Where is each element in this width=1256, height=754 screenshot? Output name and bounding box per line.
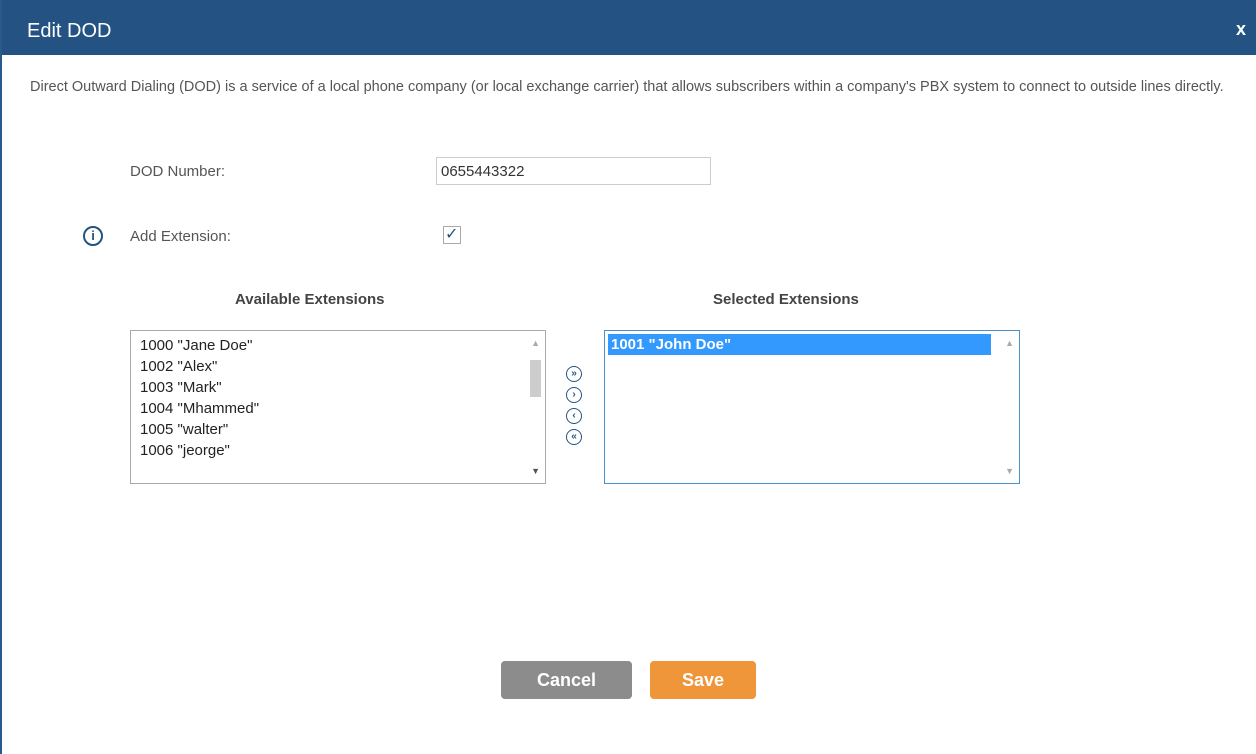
add-selected-icon[interactable]: › (566, 387, 582, 403)
dialog-titlebar: Edit DOD x (2, 0, 1256, 55)
list-item[interactable]: 1006 "jeorge" (140, 442, 230, 459)
available-extensions-header: Available Extensions (235, 291, 385, 308)
scroll-up-arrow-icon[interactable]: ▲ (531, 338, 540, 348)
scroll-down-arrow-icon[interactable]: ▼ (1005, 466, 1014, 476)
dialog-title: Edit DOD (27, 20, 112, 42)
add-extension-checkbox[interactable]: ✓ (443, 226, 461, 244)
cancel-button[interactable]: Cancel (501, 661, 632, 699)
selected-extensions-header: Selected Extensions (713, 291, 859, 308)
list-item[interactable]: 1003 "Mark" (140, 379, 222, 396)
list-item[interactable]: 1002 "Alex" (140, 358, 217, 375)
dod-number-input[interactable] (436, 157, 711, 185)
add-all-icon[interactable]: » (566, 366, 582, 382)
list-item[interactable]: 1000 "Jane Doe" (140, 337, 252, 354)
dod-number-label: DOD Number: (130, 163, 226, 180)
scroll-up-arrow-icon[interactable]: ▲ (1005, 338, 1014, 348)
available-extensions-list[interactable]: 1000 "Jane Doe" 1002 "Alex" 1003 "Mark" … (130, 330, 546, 484)
close-button[interactable]: x (1236, 19, 1246, 40)
save-button[interactable]: Save (650, 661, 756, 699)
selected-extensions-list[interactable]: 1001 "John Doe" ▲ ▼ (604, 330, 1020, 484)
remove-selected-icon[interactable]: ‹ (566, 408, 582, 424)
checkmark-icon: ✓ (445, 226, 459, 243)
list-item[interactable]: 1001 "John Doe" (608, 334, 991, 355)
remove-all-icon[interactable]: « (566, 429, 582, 445)
scrollbar-thumb[interactable] (530, 360, 541, 397)
dialog-description: Direct Outward Dialing (DOD) is a servic… (30, 79, 1224, 95)
selected-list-scrollbar[interactable]: ▲ ▼ (999, 331, 1019, 483)
edit-dod-dialog: Edit DOD x Direct Outward Dialing (DOD) … (0, 0, 1256, 754)
list-item[interactable]: 1005 "walter" (140, 421, 228, 438)
scroll-down-arrow-icon[interactable]: ▼ (531, 466, 540, 476)
info-icon[interactable]: i (83, 226, 103, 246)
available-list-scrollbar[interactable]: ▲ ▼ (525, 331, 545, 483)
add-extension-label: Add Extension: (130, 228, 231, 245)
list-item[interactable]: 1004 "Mhammed" (140, 400, 259, 417)
